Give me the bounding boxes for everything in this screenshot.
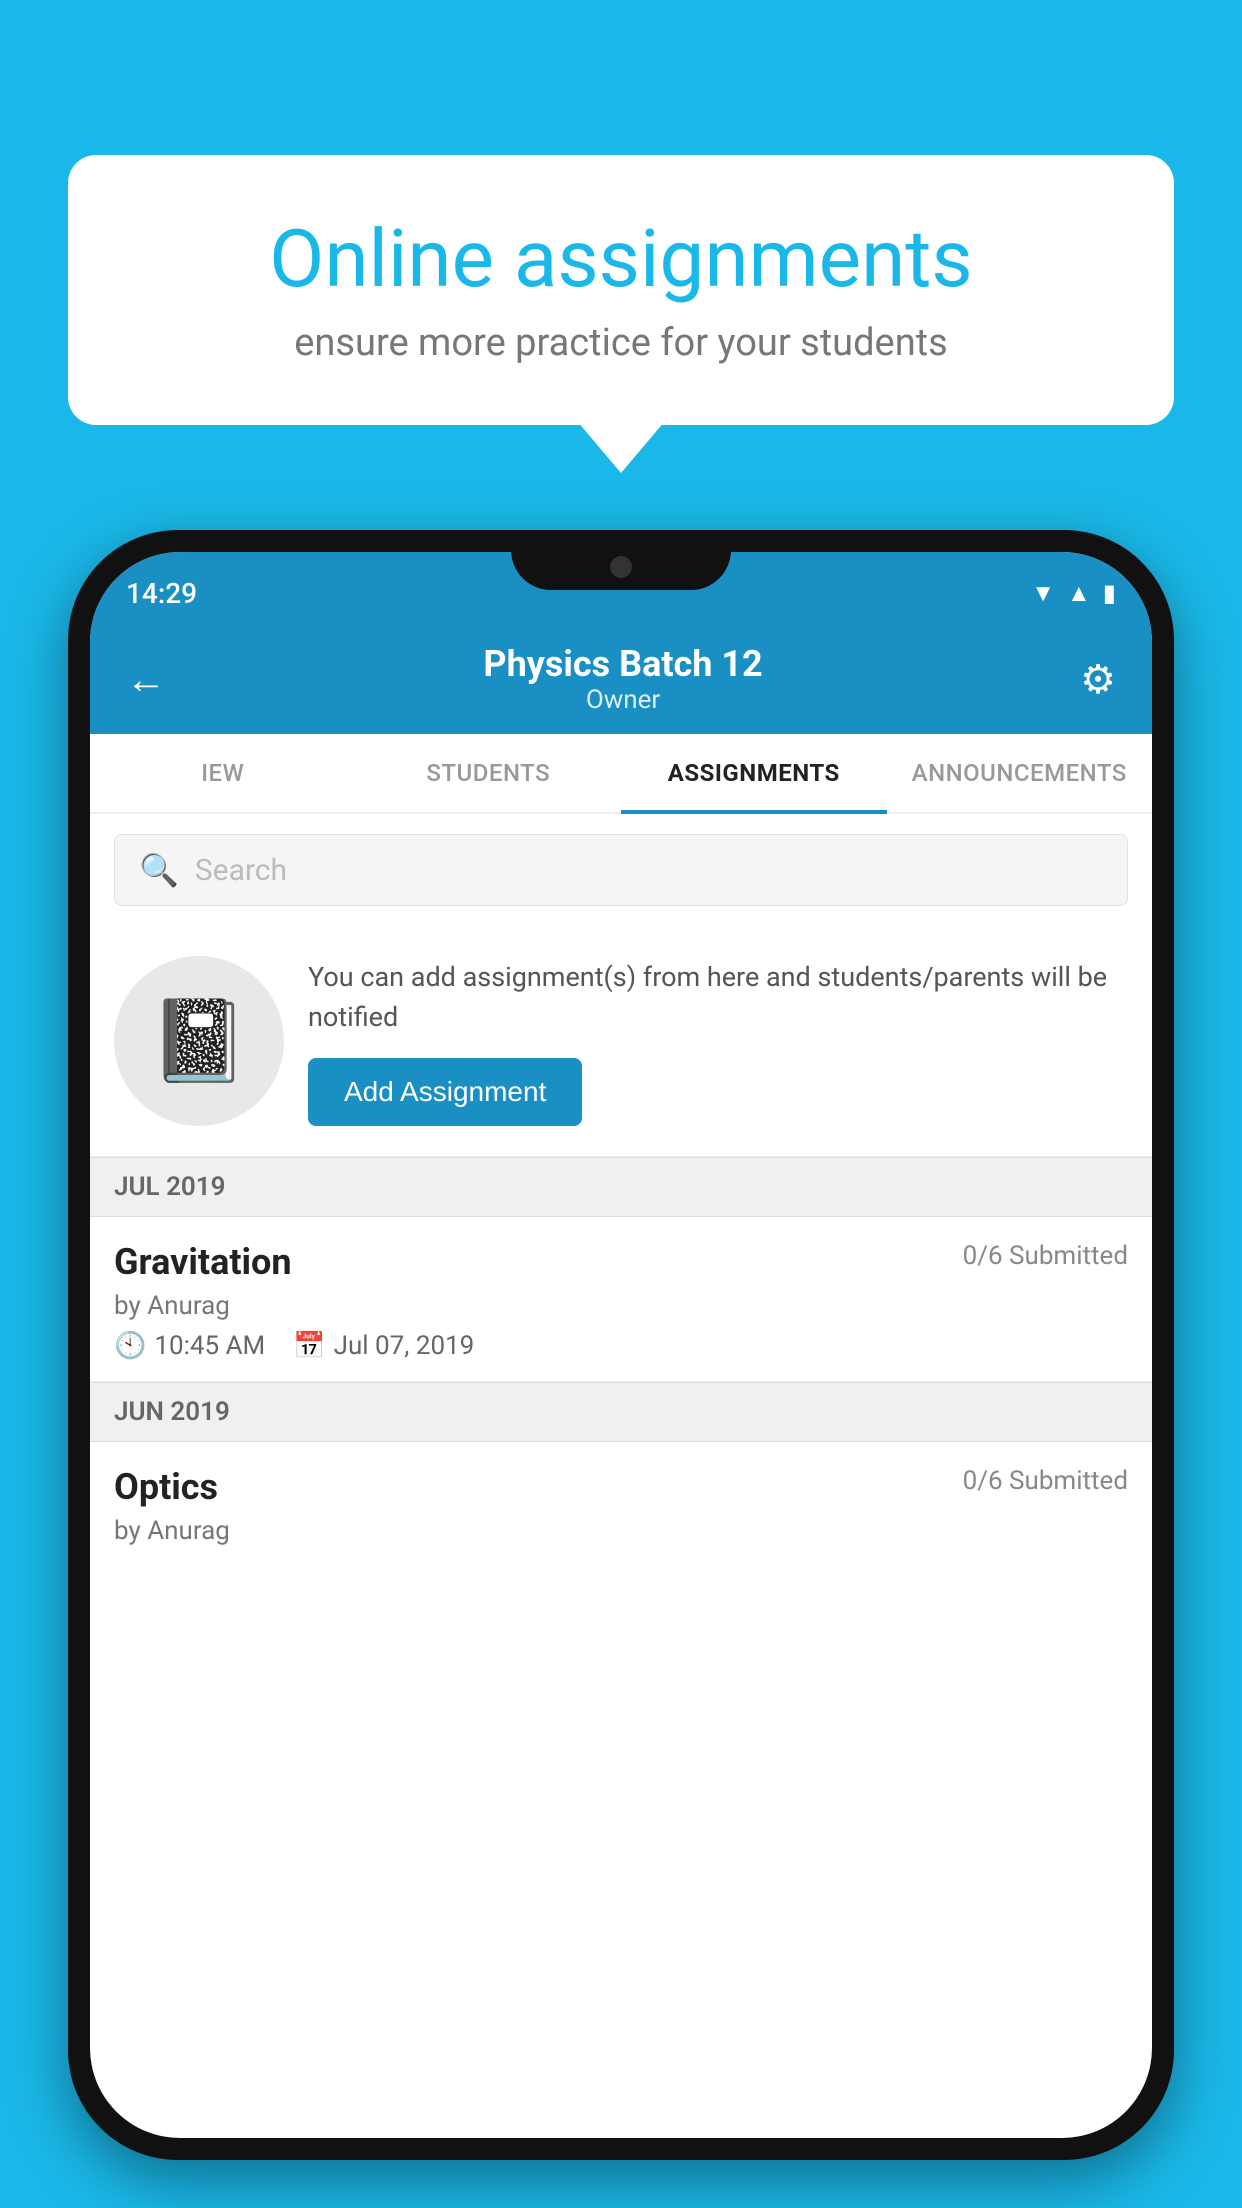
search-bar[interactable]: 🔍 Search [114,834,1128,906]
assignment-by: by Anurag [114,1291,1128,1321]
speech-bubble-title: Online assignments [138,215,1104,303]
assignment-item-optics[interactable]: Optics 0/6 Submitted by Anurag [90,1442,1152,1566]
battery-icon: ▮ [1103,579,1116,607]
assignment-date: 📅 Jul 07, 2019 [293,1331,474,1361]
promo-icon-circle: 📓 [114,956,284,1126]
promo-description: You can add assignment(s) from here and … [308,957,1128,1038]
phone-screen: 14:29 ▼ ▲ ▮ ← Physics Batch 12 Owner ⚙ [90,552,1152,2138]
assignment-meta: 🕙 10:45 AM 📅 Jul 07, 2019 [114,1331,1128,1361]
tab-students[interactable]: STUDENTS [356,736,622,814]
search-placeholder: Search [195,853,287,888]
add-assignment-button[interactable]: Add Assignment [308,1058,582,1126]
header-subtitle: Owner [483,685,762,715]
assignment-submitted: 0/6 Submitted [963,1241,1128,1271]
assignment-top-row: Gravitation 0/6 Submitted [114,1241,1128,1283]
assignment-item-gravitation[interactable]: Gravitation 0/6 Submitted by Anurag 🕙 10… [90,1217,1152,1382]
assignment-optics-title: Optics [114,1466,218,1508]
assignment-optics-by: by Anurag [114,1516,1128,1546]
section-header-jul: JUL 2019 [90,1157,1152,1217]
assignment-title: Gravitation [114,1241,292,1283]
phone-outer: 14:29 ▼ ▲ ▮ ← Physics Batch 12 Owner ⚙ [68,530,1174,2160]
header-title: Physics Batch 12 [483,643,762,685]
search-container: 🔍 Search [90,814,1152,926]
signal-icon: ▲ [1067,579,1091,608]
phone-wrapper: 14:29 ▼ ▲ ▮ ← Physics Batch 12 Owner ⚙ [68,530,1174,2160]
app-header: ← Physics Batch 12 Owner ⚙ [90,624,1152,734]
back-button[interactable]: ← [126,656,166,703]
assignment-date-value: Jul 07, 2019 [334,1331,475,1361]
clock-icon: 🕙 [114,1331,146,1361]
header-center: Physics Batch 12 Owner [483,643,762,715]
camera-dot [610,556,632,578]
tab-overview[interactable]: IEW [90,736,356,814]
status-icons: ▼ ▲ ▮ [1031,579,1116,608]
speech-bubble: Online assignments ensure more practice … [68,155,1174,425]
calendar-icon: 📅 [293,1331,325,1361]
tabs-row: IEW STUDENTS ASSIGNMENTS ANNOUNCEMENTS [90,734,1152,814]
wifi-icon: ▼ [1031,579,1055,608]
search-icon: 🔍 [139,851,179,889]
assignment-time: 🕙 10:45 AM [114,1331,265,1361]
assignment-time-value: 10:45 AM [154,1331,265,1361]
speech-bubble-container: Online assignments ensure more practice … [68,155,1174,425]
promo-text-block: You can add assignment(s) from here and … [308,957,1128,1126]
tab-announcements[interactable]: ANNOUNCEMENTS [887,736,1153,814]
assignment-optics-top-row: Optics 0/6 Submitted [114,1466,1128,1508]
notebook-icon: 📓 [149,994,249,1088]
tab-assignments[interactable]: ASSIGNMENTS [621,736,887,814]
settings-icon[interactable]: ⚙ [1080,656,1116,703]
status-time: 14:29 [126,577,197,610]
speech-bubble-subtitle: ensure more practice for your students [138,321,1104,365]
assignment-optics-submitted: 0/6 Submitted [963,1466,1128,1496]
promo-block: 📓 You can add assignment(s) from here an… [90,926,1152,1157]
section-header-jun: JUN 2019 [90,1382,1152,1442]
notch [511,530,731,590]
